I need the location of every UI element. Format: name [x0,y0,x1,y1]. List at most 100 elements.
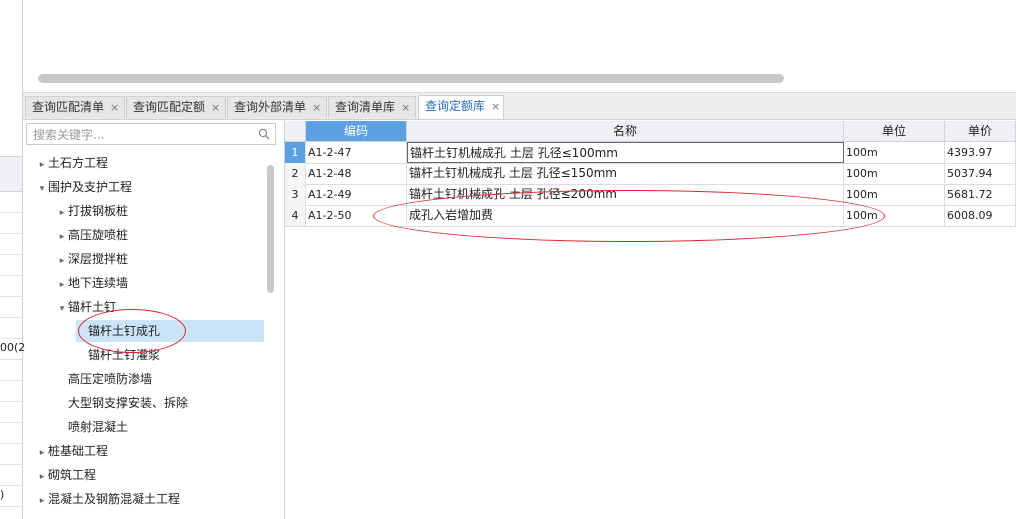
close-icon[interactable]: × [211,97,220,118]
strip-row [0,275,22,276]
tree-node[interactable]: ▸ 深层搅拌桩 [56,248,128,270]
cell-price[interactable]: 4393.97 [945,142,1016,163]
tree-node[interactable]: 锚杆土钉灌浆 [88,344,160,366]
expand-arrow-icon[interactable]: ▸ [56,226,68,248]
search-box [26,123,276,145]
table-header: 编码 名称 单位 单价 [285,121,1016,142]
row-number: 4 [285,205,306,226]
tree-node[interactable]: ▾ 锚杆土钉 [56,296,116,318]
cell-name[interactable]: 锚杆土钉机械成孔 土层 孔径≤150mm [407,163,844,184]
tree-node[interactable]: 高压定喷防渗墙 [68,368,152,390]
tab-label: 查询定额库 [425,99,486,113]
tab-label: 查询外部清单 [234,100,307,114]
expand-arrow-icon[interactable]: ▸ [56,250,68,272]
tree-node-label: 砌筑工程 [48,468,97,482]
tree-node[interactable]: ▸ 高压旋喷桩 [56,224,128,246]
previous-panel-header [0,156,22,192]
column-header-name[interactable]: 名称 [407,121,844,141]
tree-node-label: 地下连续墙 [68,276,129,290]
cell-code[interactable]: A1-2-49 [306,184,407,205]
tree-node-label: 深层搅拌桩 [68,252,129,266]
tree-node-label: 大型钢支撑安装、拆除 [68,396,189,410]
tab-label: 查询匹配清单 [32,100,105,114]
collapse-arrow-icon[interactable]: ▾ [36,178,48,200]
cell-code[interactable]: A1-2-48 [306,163,407,184]
cell-price[interactable]: 5037.94 [945,163,1016,184]
expand-arrow-icon[interactable]: ▸ [36,466,48,488]
tree-node[interactable]: ▸ 混凝土及钢筋混凝土工程 [36,488,180,510]
strip-row [0,233,22,234]
strip-row [0,296,22,297]
close-icon[interactable]: × [312,97,321,118]
tree-node-label: 混凝土及钢筋混凝土工程 [48,492,181,506]
tree-node[interactable]: 喷射混凝土 [68,416,128,438]
strip-row [0,485,22,486]
search-input[interactable] [31,125,255,145]
strip-cut-text: 00(2 [0,341,26,354]
tree-node-label: 喷射混凝土 [68,420,129,434]
strip-row [0,401,22,402]
expand-arrow-icon[interactable]: ▸ [36,154,48,176]
cell-name[interactable]: 成孔入岩增加费 [407,205,844,226]
strip-row [0,506,22,507]
cell-code[interactable]: A1-2-50 [306,205,407,226]
close-icon[interactable]: × [110,97,119,118]
tree-vertical-scrollbar[interactable] [267,165,274,293]
expand-arrow-icon[interactable]: ▸ [56,202,68,224]
tab-query-match-list[interactable]: 查询匹配清单 × [25,96,125,118]
tab-query-external-list[interactable]: 查询外部清单 × [227,96,327,118]
strip-row [0,359,22,360]
row-number: 2 [285,163,306,184]
cell-unit[interactable]: 100m [844,184,945,205]
tree-node-selected[interactable]: 锚杆土钉成孔 [76,320,264,342]
row-number: 1 [285,142,306,163]
tree-node-label: 锚杆土钉成孔 [88,324,161,338]
category-tree: ▸ 土石方工程 ▾ 围护及支护工程 ▸ 打拔钢板桩 ▸ 高压旋喷桩 ▸ 深层搅拌桩 ▸ 地下… [26,150,276,519]
close-icon[interactable]: × [491,96,500,117]
cell-code[interactable]: A1-2-47 [306,142,407,163]
strip-cut-text: ) [0,488,5,501]
horizontal-scrollbar[interactable] [38,74,784,83]
tab-query-quota-library[interactable]: 查询定额库 × [418,95,504,119]
cell-price[interactable]: 5681.72 [945,184,1016,205]
tree-node[interactable]: 大型钢支撑安装、拆除 [68,392,188,414]
column-header-code[interactable]: 编码 [306,121,407,141]
tree-node[interactable]: ▸ 桩基础工程 [36,440,108,462]
cell-unit[interactable]: 100m [844,163,945,184]
tree-node-label: 桩基础工程 [48,444,109,458]
table-row[interactable]: 4 A1-2-50 成孔入岩增加费 100m 6008.09 [285,205,1016,227]
close-icon[interactable]: × [401,97,410,118]
cell-unit[interactable]: 100m [844,142,945,163]
tree-node[interactable]: ▸ 砌筑工程 [36,464,96,486]
table-row[interactable]: 2 A1-2-48 锚杆土钉机械成孔 土层 孔径≤150mm 100m 5037… [285,163,1016,185]
tab-query-match-quota[interactable]: 查询匹配定额 × [126,96,226,118]
strip-row [0,443,22,444]
table-row[interactable]: 1 A1-2-47 锚杆土钉机械成孔 土层 孔径≤100mm 100m 4393… [285,142,1016,164]
cell-name[interactable]: 锚杆土钉机械成孔 土层 孔径≤100mm [407,142,844,163]
cell-name[interactable]: 锚杆土钉机械成孔 土层 孔径≤200mm [407,184,844,205]
table-row[interactable]: 3 A1-2-49 锚杆土钉机械成孔 土层 孔径≤200mm 100m 5681… [285,184,1016,206]
tree-node-label: 打拔钢板桩 [68,204,129,218]
strip-row [0,317,22,318]
column-header-price[interactable]: 单价 [945,121,1016,141]
tree-node-label: 高压旋喷桩 [68,228,129,242]
strip-row [0,422,22,423]
tree-node[interactable]: ▸ 地下连续墙 [56,272,128,294]
cell-price[interactable]: 6008.09 [945,205,1016,226]
expand-arrow-icon[interactable]: ▸ [36,442,48,464]
strip-row [0,212,22,213]
column-header-unit[interactable]: 单位 [844,121,945,141]
expand-arrow-icon[interactable]: ▸ [56,274,68,296]
strip-row [0,254,22,255]
tab-query-list-library[interactable]: 查询清单库 × [328,96,416,118]
tab-bar: 查询匹配清单 × 查询匹配定额 × 查询外部清单 × 查询清单库 × 查询定额库 × [23,93,1016,120]
tree-node-label: 土石方工程 [48,156,109,170]
tree-node[interactable]: ▾ 围护及支护工程 [36,176,132,198]
tree-node[interactable]: ▸ 打拔钢板桩 [56,200,128,222]
strip-row [0,464,22,465]
expand-arrow-icon[interactable]: ▸ [36,490,48,512]
tree-node[interactable]: ▸ 土石方工程 [36,152,108,174]
search-icon[interactable] [258,128,270,140]
collapse-arrow-icon[interactable]: ▾ [56,298,68,320]
cell-unit[interactable]: 100m [844,205,945,226]
